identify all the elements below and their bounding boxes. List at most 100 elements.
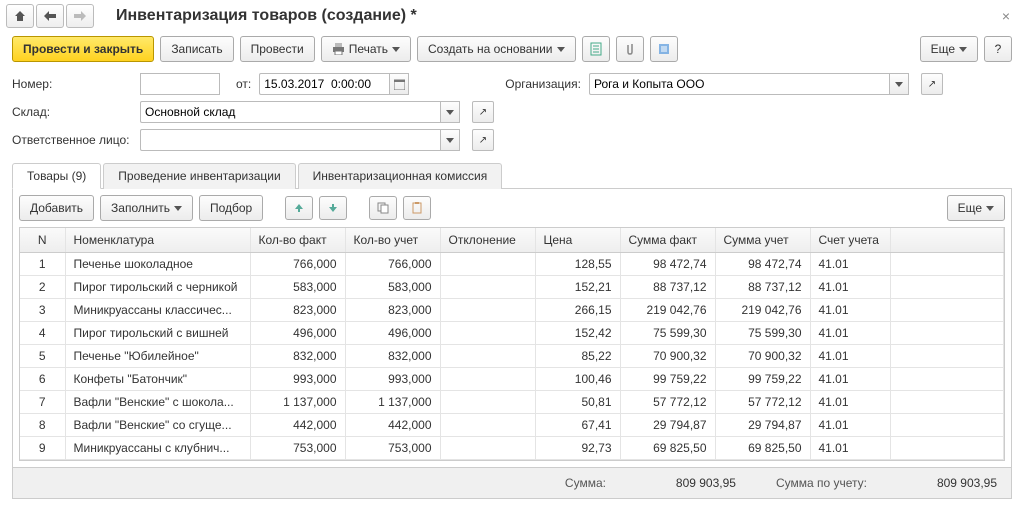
warehouse-open-button[interactable]: ↗	[472, 101, 494, 123]
responsible-field[interactable]	[140, 129, 440, 151]
cell-qty-uchet: 753,000	[345, 436, 440, 459]
cell-sum-fact: 29 794,87	[620, 413, 715, 436]
col-sum-fact[interactable]: Сумма факт	[620, 228, 715, 252]
back-button[interactable]	[36, 4, 64, 28]
cell-qty-uchet: 823,000	[345, 298, 440, 321]
select-button[interactable]: Подбор	[199, 195, 263, 221]
cell-nom: Вафли "Венские" с шокола...	[65, 390, 250, 413]
cell-blank	[890, 344, 1004, 367]
fill-dropdown[interactable]: Заполнить	[100, 195, 193, 221]
col-account[interactable]: Счет учета	[810, 228, 890, 252]
caret-down-icon	[446, 138, 454, 143]
post-and-close-button[interactable]: Провести и закрыть	[12, 36, 154, 62]
arrow-right-icon	[74, 11, 86, 21]
date-picker-button[interactable]	[389, 73, 409, 95]
col-sum-uchet[interactable]: Сумма учет	[715, 228, 810, 252]
org-open-button[interactable]: ↗	[921, 73, 943, 95]
cell-blank	[890, 252, 1004, 275]
col-price[interactable]: Цена	[535, 228, 620, 252]
cell-price: 128,55	[535, 252, 620, 275]
help-button[interactable]: ?	[984, 36, 1012, 62]
cell-account: 41.01	[810, 298, 890, 321]
table-row[interactable]: 8Вафли "Венские" со сгуще...442,000442,0…	[20, 413, 1004, 436]
date-field[interactable]	[259, 73, 389, 95]
cell-account: 41.01	[810, 321, 890, 344]
cell-deviation	[440, 298, 535, 321]
caret-down-icon	[174, 206, 182, 211]
col-qty-uchet[interactable]: Кол-во учет	[345, 228, 440, 252]
cell-account: 41.01	[810, 390, 890, 413]
forward-button[interactable]	[66, 4, 94, 28]
table-more-dropdown[interactable]: Еще	[947, 195, 1005, 221]
table-row[interactable]: 4Пирог тирольский с вишней496,000496,000…	[20, 321, 1004, 344]
table-row[interactable]: 6Конфеты "Батончик"993,000993,000100,469…	[20, 367, 1004, 390]
printer-icon	[332, 43, 345, 55]
goods-table: N Номенклатура Кол-во факт Кол-во учет О…	[20, 228, 1004, 460]
arrow-up-icon	[294, 203, 304, 213]
org-dropdown-button[interactable]	[889, 73, 909, 95]
add-button[interactable]: Добавить	[19, 195, 94, 221]
post-button[interactable]: Провести	[240, 36, 315, 62]
tab-commission[interactable]: Инвентаризационная комиссия	[298, 163, 503, 189]
responsible-dropdown-button[interactable]	[440, 129, 460, 151]
col-qty-fact[interactable]: Кол-во факт	[250, 228, 345, 252]
cell-deviation	[440, 413, 535, 436]
cell-account: 41.01	[810, 436, 890, 459]
cell-qty-fact: 823,000	[250, 298, 345, 321]
table-row[interactable]: 3Миникруассаны классичес...823,000823,00…	[20, 298, 1004, 321]
print-dropdown[interactable]: Печать	[321, 36, 411, 62]
more-dropdown[interactable]: Еще	[920, 36, 978, 62]
cell-nom: Печенье шоколадное	[65, 252, 250, 275]
paste-button[interactable]	[403, 196, 431, 220]
table-row[interactable]: 5Печенье "Юбилейное"832,000832,00085,227…	[20, 344, 1004, 367]
number-field[interactable]	[140, 73, 220, 95]
tab-goods[interactable]: Товары (9)	[12, 163, 101, 189]
move-up-button[interactable]	[285, 196, 313, 220]
table-row[interactable]: 2Пирог тирольский с черникой583,000583,0…	[20, 275, 1004, 298]
move-down-button[interactable]	[319, 196, 347, 220]
col-nom[interactable]: Номенклатура	[65, 228, 250, 252]
cell-deviation	[440, 275, 535, 298]
warehouse-dropdown-button[interactable]	[440, 101, 460, 123]
copy-icon	[377, 202, 389, 214]
list-button[interactable]	[650, 36, 678, 62]
tab-conduct[interactable]: Проведение инвентаризации	[103, 163, 295, 189]
cell-qty-fact: 583,000	[250, 275, 345, 298]
org-field[interactable]	[589, 73, 889, 95]
table-row[interactable]: 7Вафли "Венские" с шокола...1 137,0001 1…	[20, 390, 1004, 413]
cell-n: 7	[20, 390, 65, 413]
footer-sum-uchet-value: 809 903,95	[907, 476, 997, 490]
copy-button[interactable]	[369, 196, 397, 220]
attachment-button[interactable]	[616, 36, 644, 62]
cell-nom: Миникруассаны с клубнич...	[65, 436, 250, 459]
close-button[interactable]: ×	[994, 8, 1018, 24]
cell-sum-uchet: 75 599,30	[715, 321, 810, 344]
save-button[interactable]: Записать	[160, 36, 233, 62]
home-button[interactable]	[6, 4, 34, 28]
col-n[interactable]: N	[20, 228, 65, 252]
cell-sum-fact: 88 737,12	[620, 275, 715, 298]
cell-qty-fact: 832,000	[250, 344, 345, 367]
cell-n: 1	[20, 252, 65, 275]
cell-account: 41.01	[810, 367, 890, 390]
col-blank	[890, 228, 1004, 252]
cell-qty-uchet: 832,000	[345, 344, 440, 367]
cell-n: 2	[20, 275, 65, 298]
cell-qty-fact: 496,000	[250, 321, 345, 344]
arrow-left-icon	[44, 11, 56, 21]
cell-sum-uchet: 70 900,32	[715, 344, 810, 367]
cell-qty-uchet: 993,000	[345, 367, 440, 390]
footer-sum-value: 809 903,95	[646, 476, 736, 490]
table-row[interactable]: 1Печенье шоколадное766,000766,000128,559…	[20, 252, 1004, 275]
cell-sum-uchet: 57 772,12	[715, 390, 810, 413]
responsible-open-button[interactable]: ↗	[472, 129, 494, 151]
cell-deviation	[440, 344, 535, 367]
document-button[interactable]	[582, 36, 610, 62]
cell-qty-fact: 1 137,000	[250, 390, 345, 413]
table-row[interactable]: 9Миникруассаны с клубнич...753,000753,00…	[20, 436, 1004, 459]
cell-account: 41.01	[810, 413, 890, 436]
col-deviation[interactable]: Отклонение	[440, 228, 535, 252]
cell-deviation	[440, 367, 535, 390]
warehouse-field[interactable]	[140, 101, 440, 123]
create-based-dropdown[interactable]: Создать на основании	[417, 36, 576, 62]
